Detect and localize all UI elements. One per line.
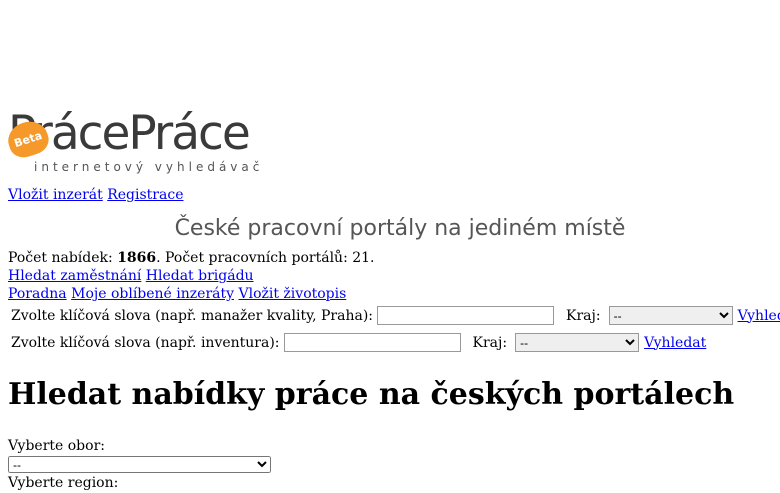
register-link[interactable]: Registrace: [107, 187, 183, 203]
find-job-link[interactable]: Hledat zaměstnání: [8, 268, 141, 284]
offers-count-value: 1866: [117, 250, 157, 266]
favorites-link[interactable]: Moje oblíbené inzeráty: [71, 286, 234, 302]
brigade-keywords-label: Zvolte klíčová slova (např. inventura):: [11, 334, 280, 351]
post-ad-link[interactable]: Vložit inzerát: [8, 187, 103, 203]
search-type-links: Hledat zaměstnání Hledat brigádu: [8, 268, 254, 284]
logo-tagline: internetový vyhledávač: [34, 160, 264, 174]
job-region-label: Kraj:: [566, 307, 601, 324]
job-region-select[interactable]: --: [608, 306, 733, 325]
page-heading: Hledat nabídky práce na českých portálec…: [8, 377, 735, 412]
job-search-form: Zvolte klíčová slova (např. manažer kval…: [11, 306, 780, 325]
brigade-search-button[interactable]: Vyhledat: [644, 335, 706, 351]
brigade-region-select[interactable]: --: [515, 333, 640, 352]
field-label: Vyberte obor:: [8, 438, 105, 454]
top-links: Vložit inzerát Registrace: [8, 187, 183, 203]
job-search-button[interactable]: Vyhledat: [738, 308, 780, 324]
job-keywords-input[interactable]: [377, 306, 555, 325]
user-links: Poradna Moje oblíbené inzeráty Vložit ži…: [8, 286, 346, 302]
stats-line: Počet nabídek: 1866. Počet pracovních po…: [8, 250, 375, 266]
brigade-keywords-input[interactable]: [283, 333, 461, 352]
job-keywords-label: Zvolte klíčová slova (např. manažer kval…: [11, 307, 374, 324]
portals-count-text: . Počet pracovních portálů: 21.: [156, 250, 375, 266]
advice-link[interactable]: Poradna: [8, 286, 67, 302]
brigade-search-form: Zvolte klíčová slova (např. inventura): …: [11, 333, 706, 352]
region-label: Vyberte region:: [8, 475, 119, 491]
brigade-region-label: Kraj:: [472, 334, 508, 351]
post-cv-link[interactable]: Vložit životopis: [238, 286, 346, 302]
field-select[interactable]: --: [8, 456, 271, 473]
offers-count-label: Počet nabídek:: [8, 250, 113, 266]
site-logo[interactable]: PrácePráce internetový vyhledávač Beta: [3, 106, 259, 178]
find-brigade-link[interactable]: Hledat brigádu: [146, 268, 254, 284]
slogan: České pracovní portály na jediném místě: [174, 216, 626, 241]
